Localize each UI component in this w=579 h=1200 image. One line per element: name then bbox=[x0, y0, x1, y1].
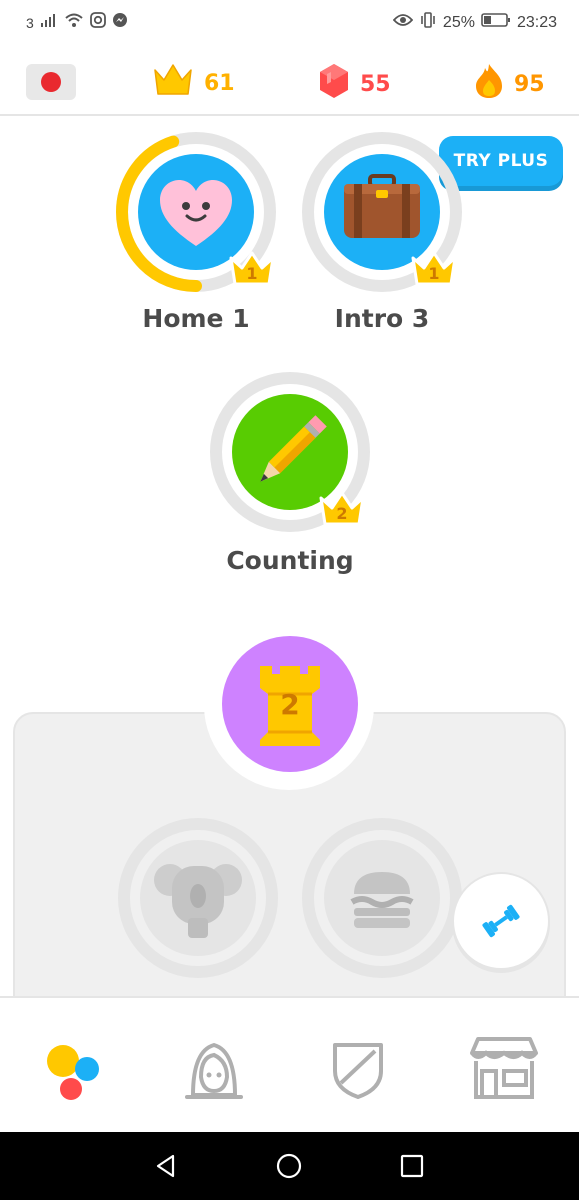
shop-icon bbox=[470, 1037, 538, 1099]
crown-level-number: 1 bbox=[246, 264, 258, 283]
messenger-icon bbox=[112, 12, 128, 33]
locked-skill-koala[interactable] bbox=[118, 818, 278, 978]
gem-icon bbox=[318, 62, 350, 106]
vibrate-icon bbox=[419, 12, 437, 33]
crown-level-badge: 2 bbox=[318, 490, 366, 528]
gems-count: 55 bbox=[360, 71, 391, 97]
crown-level-badge: 1 bbox=[410, 250, 458, 288]
battery-percent: 25% bbox=[442, 13, 475, 31]
streak-stat[interactable]: 95 bbox=[474, 62, 545, 106]
recents-icon bbox=[400, 1154, 424, 1178]
skill-title: Home 1 bbox=[142, 304, 250, 333]
burger-icon bbox=[350, 872, 414, 928]
battery-icon bbox=[481, 12, 511, 33]
crown-level-number: 1 bbox=[428, 264, 440, 283]
leaderboard-shield-icon bbox=[333, 1043, 383, 1099]
crown-level-badge: 1 bbox=[228, 250, 276, 288]
crowns-count: 61 bbox=[204, 70, 235, 96]
eye-icon bbox=[392, 13, 414, 32]
skill-intro[interactable]: 1 Intro 3 bbox=[302, 132, 462, 342]
skill-home[interactable]: 1 Home 1 bbox=[116, 132, 276, 342]
checkpoint-number: 2 bbox=[280, 688, 300, 721]
carrier-label: 3 bbox=[26, 14, 34, 31]
nav-learn[interactable] bbox=[26, 1028, 106, 1108]
locked-skill-burger[interactable] bbox=[302, 818, 462, 978]
course-flag-button[interactable] bbox=[26, 64, 76, 100]
recents-button[interactable] bbox=[396, 1150, 428, 1182]
profile-icon bbox=[185, 1043, 243, 1099]
status-right: 25% 23:23 bbox=[392, 12, 557, 33]
checkpoint-button[interactable]: 2 bbox=[222, 636, 358, 772]
nav-profile[interactable] bbox=[174, 1028, 254, 1108]
nav-shop[interactable] bbox=[464, 1028, 544, 1108]
skill-title: Intro 3 bbox=[334, 304, 430, 333]
skill-counting[interactable]: 2 Counting bbox=[210, 372, 370, 582]
android-nav-bar bbox=[0, 1132, 579, 1200]
bottom-nav bbox=[0, 996, 579, 1132]
skill-disc bbox=[140, 840, 256, 956]
back-button[interactable] bbox=[150, 1150, 182, 1182]
home-button[interactable] bbox=[273, 1150, 305, 1182]
nav-leaderboards[interactable] bbox=[318, 1028, 398, 1108]
skill-disc bbox=[324, 840, 440, 956]
signal-icon bbox=[40, 13, 58, 32]
koala-icon bbox=[154, 864, 242, 938]
gems-stat[interactable]: 55 bbox=[318, 62, 391, 106]
learn-icon bbox=[47, 1045, 99, 1100]
crown-icon bbox=[152, 62, 194, 104]
skill-title: Counting bbox=[226, 546, 354, 575]
stats-bar: 61 55 95 bbox=[0, 52, 579, 116]
instagram-icon bbox=[89, 12, 106, 33]
back-icon bbox=[156, 1154, 175, 1178]
home-circle-icon bbox=[276, 1153, 302, 1179]
dumbbell-icon bbox=[482, 904, 520, 938]
crown-level-number: 2 bbox=[336, 504, 348, 523]
crowns-stat[interactable]: 61 bbox=[152, 62, 235, 104]
status-left: 3 bbox=[26, 12, 128, 33]
clock: 23:23 bbox=[516, 13, 557, 31]
streak-count: 95 bbox=[514, 71, 545, 97]
practice-button[interactable] bbox=[452, 872, 550, 970]
flame-icon bbox=[474, 62, 504, 106]
status-bar: 3 25% 23:23 bbox=[0, 0, 579, 44]
wifi-icon bbox=[64, 12, 84, 33]
